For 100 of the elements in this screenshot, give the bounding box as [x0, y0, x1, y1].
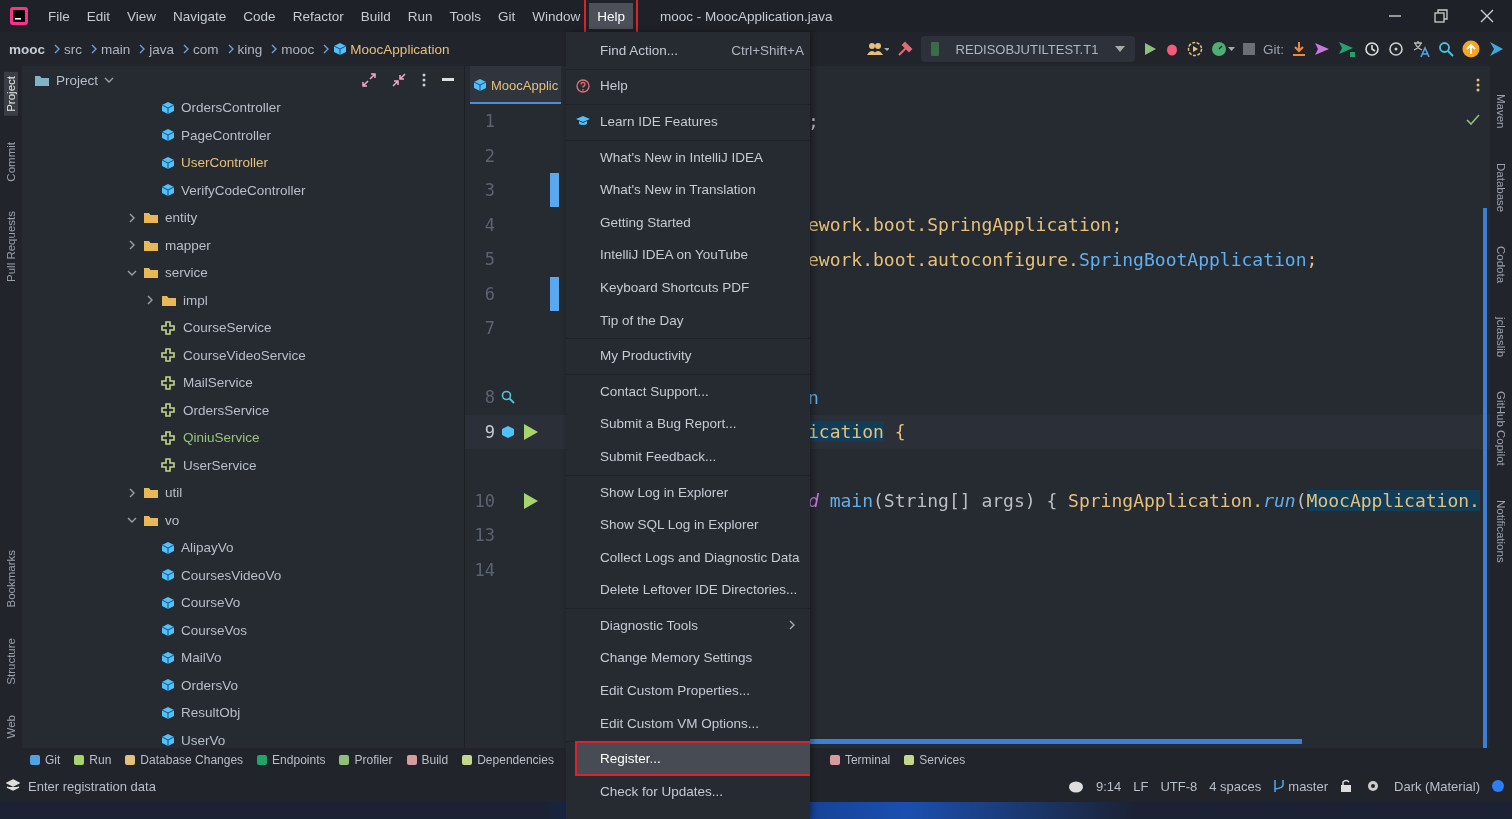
tool-window-tab[interactable]: Bookmarks — [4, 546, 18, 612]
chevron-right-icon[interactable] — [127, 487, 137, 498]
tree-item[interactable]: UserService — [183, 457, 257, 473]
tree-item[interactable]: entity — [165, 210, 198, 226]
tree-item[interactable]: ResultObj — [181, 705, 241, 721]
menu-item[interactable]: Code — [235, 3, 284, 29]
minimize-icon[interactable] — [442, 78, 454, 82]
users-icon[interactable] — [867, 42, 889, 56]
push-icon[interactable] — [1314, 42, 1330, 56]
collapse-icon[interactable] — [392, 73, 406, 87]
tree-item[interactable]: MailService — [183, 375, 253, 391]
close-icon[interactable] — [1478, 7, 1496, 25]
breadcrumb[interactable]: src — [64, 41, 82, 57]
chevron-right-icon[interactable] — [145, 295, 155, 306]
tree-item[interactable]: VerifyCodeController — [181, 182, 306, 198]
menu-item[interactable]: Git — [490, 3, 524, 29]
tool-window-button[interactable]: Build — [406, 753, 449, 767]
tree-item[interactable]: CourseVo — [181, 595, 241, 611]
hammer-icon[interactable] — [897, 41, 913, 57]
menu-item[interactable]: Show Log in Explorer — [566, 475, 810, 509]
menu-item[interactable]: What's New in Translation — [566, 173, 810, 206]
more-icon[interactable] — [422, 73, 426, 87]
run-icon[interactable] — [1143, 42, 1157, 56]
menu-item[interactable]: Refactor — [284, 3, 352, 29]
menu-item[interactable]: IntelliJ IDEA on YouTube — [566, 238, 810, 272]
tool-window-tab[interactable]: Notifications — [1494, 495, 1508, 567]
rollback-icon[interactable] — [1388, 41, 1404, 57]
tool-window-tab[interactable]: Pull Requests — [4, 207, 18, 287]
tree-item[interactable]: mapper — [165, 237, 211, 253]
breadcrumb[interactable]: MoocApplication — [350, 41, 450, 57]
tool-window-button[interactable]: Dependencies — [462, 753, 554, 767]
menu-item[interactable]: Collect Logs and Diagnostic Data — [566, 540, 810, 574]
tree-item[interactable]: CourseVos — [181, 622, 248, 638]
tool-window-button[interactable]: Services — [904, 753, 966, 767]
search-icon[interactable] — [501, 390, 515, 405]
editor-tab[interactable]: MoocApplic — [470, 66, 562, 104]
branch-name[interactable]: master — [1288, 778, 1329, 794]
menu-item[interactable]: My Productivity — [566, 339, 810, 372]
menu-item[interactable]: Contact Support... — [566, 374, 810, 408]
menu-item[interactable]: What's New in IntelliJ IDEA — [566, 140, 810, 174]
commit-push-icon[interactable] — [1338, 41, 1356, 57]
tree-item[interactable]: vo — [165, 512, 180, 528]
expand-icon[interactable] — [362, 73, 376, 87]
tree-item[interactable]: OrdersController — [181, 100, 281, 116]
menu-item[interactable]: Window — [524, 3, 589, 29]
gauge-icon[interactable] — [1211, 41, 1235, 57]
translate-icon[interactable] — [1412, 40, 1430, 58]
tree-item[interactable]: PageController — [181, 127, 272, 143]
theme-name[interactable]: Dark (Material) — [1394, 778, 1480, 794]
panel-title[interactable]: Project — [56, 72, 99, 88]
menu-item[interactable]: Edit Custom VM Options... — [566, 706, 810, 740]
menu-item[interactable]: Keyboard Shortcuts PDF — [566, 271, 810, 304]
tool-window-button[interactable]: Database Changes — [125, 753, 244, 767]
tool-window-tab[interactable]: GitHub Copilot — [1494, 387, 1508, 470]
tool-window-tab[interactable]: jclasslib — [1494, 312, 1508, 362]
breadcrumb[interactable]: mooc — [281, 41, 315, 57]
menu-item[interactable]: File — [40, 3, 78, 29]
menu-item[interactable]: Run — [399, 3, 441, 29]
menu-item[interactable]: Submit a Bug Report... — [566, 407, 810, 441]
tree-item[interactable]: UserController — [181, 155, 269, 171]
tool-window-button[interactable]: Endpoints — [257, 753, 326, 767]
menu-item[interactable]: Find Action... Ctrl+Shift+A — [566, 34, 810, 67]
chevron-right-icon[interactable] — [127, 240, 137, 251]
menu-item[interactable]: Build — [352, 3, 399, 29]
tool-window-tab[interactable]: Project — [4, 72, 18, 116]
menu-item[interactable]: Diagnostic Tools — [566, 609, 810, 642]
tool-window-tab[interactable]: Web — [4, 710, 18, 742]
tool-window-button[interactable]: Terminal — [829, 753, 891, 767]
menu-item[interactable]: Tools — [441, 3, 489, 29]
menu-item[interactable]: Register... — [576, 742, 810, 776]
coverage-icon[interactable] — [1187, 41, 1203, 57]
run-icon[interactable] — [523, 422, 539, 441]
status-item[interactable]: UTF-8 — [1160, 778, 1198, 794]
menu-item[interactable]: Check for Updates... — [566, 775, 810, 808]
bean-class-icon[interactable] — [501, 424, 515, 439]
tool-window-button[interactable]: Profiler — [339, 753, 393, 767]
menu-item[interactable]: Tip of the Day — [566, 303, 810, 337]
breadcrumb[interactable]: main — [101, 41, 131, 57]
menu-item[interactable]: Edit Custom Properties... — [566, 674, 810, 707]
status-item[interactable]: 4 spaces — [1209, 778, 1262, 794]
tool-window-tab[interactable]: Commit — [4, 137, 18, 186]
tree-item[interactable]: QiniuService — [183, 430, 260, 446]
scrollbar[interactable] — [808, 739, 1302, 744]
tree-item[interactable]: service — [165, 265, 208, 281]
menu-item[interactable]: Navigate — [165, 3, 235, 29]
menu-item[interactable]: Submit Feedback... — [566, 440, 810, 473]
menu-item[interactable]: Getting Started — [566, 205, 810, 239]
menu-item[interactable]: Delete Leftover IDE Directories... — [566, 573, 810, 607]
tool-window-tab[interactable]: Structure — [4, 633, 18, 689]
tool-window-button[interactable]: Git — [30, 753, 61, 767]
tree-item[interactable]: OrdersService — [183, 402, 270, 418]
bug-icon[interactable] — [1165, 42, 1179, 56]
chevron-right-icon[interactable] — [127, 212, 137, 223]
restore-icon[interactable] — [1432, 7, 1450, 25]
tree-item[interactable]: OrdersVo — [181, 677, 239, 693]
tool-window-tab[interactable]: Database — [1494, 158, 1508, 216]
tree-item[interactable]: CourseService — [183, 320, 272, 336]
menu-item[interactable]: Help — [566, 69, 810, 103]
update-project-icon[interactable] — [1292, 41, 1306, 57]
tree-item[interactable]: util — [165, 485, 183, 501]
